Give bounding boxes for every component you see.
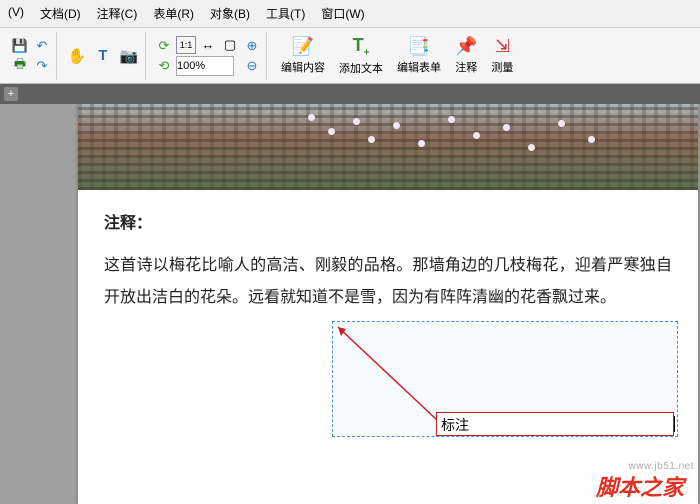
edit-form-icon: 📑 bbox=[408, 36, 430, 57]
tool-group-file: 💾 🖶 ↶ ↷ bbox=[6, 32, 57, 80]
menu-document[interactable]: 文档(D) bbox=[32, 2, 89, 25]
annotation-text-value: 标注 bbox=[441, 417, 469, 433]
callout-arrow bbox=[332, 321, 452, 431]
add-text-label: 添加文本 bbox=[339, 60, 383, 76]
add-text-icon: T+ bbox=[353, 35, 370, 59]
annotations-icon: 📌 bbox=[455, 36, 477, 57]
tool-group-select: ✋ T 📷 bbox=[61, 32, 146, 80]
undo-icon[interactable]: ↶ bbox=[32, 37, 52, 55]
tool-group-edit: 📝 编辑内容 T+ 添加文本 📑 编辑表单 📌 注释 ⇲ 测量 bbox=[271, 32, 523, 80]
tool-group-zoom: ⟳ ⟲ 1:1 ↔ ▢ ⊕ ⊖ bbox=[150, 32, 267, 80]
fit-page-icon[interactable]: ▢ bbox=[220, 36, 240, 54]
measure-icon: ⇲ bbox=[495, 36, 510, 57]
fit-width-icon[interactable]: ↔ bbox=[198, 36, 218, 54]
edit-content-button[interactable]: 📝 编辑内容 bbox=[275, 34, 331, 77]
menu-view[interactable]: (V) bbox=[0, 2, 32, 25]
snapshot-icon[interactable]: 📷 bbox=[117, 44, 141, 68]
content: 注释： 这首诗以梅花比喻人的高洁、刚毅的品格。那墙角边的几枝梅花，迎着严寒独自开… bbox=[78, 190, 698, 314]
rotate-cw-icon[interactable]: ⟳ bbox=[154, 37, 174, 55]
page: 注释： 这首诗以梅花比喻人的高洁、刚毅的品格。那墙角边的几枝梅花，迎着严寒独自开… bbox=[78, 104, 698, 504]
zoom-in-icon[interactable]: ⊕ bbox=[242, 37, 262, 55]
menu-object[interactable]: 对象(B) bbox=[202, 2, 258, 25]
toolbar: 💾 🖶 ↶ ↷ ✋ T 📷 ⟳ ⟲ 1:1 ↔ ▢ ⊕ ⊖ bbox=[0, 28, 700, 84]
menu-comment[interactable]: 注释(C) bbox=[89, 2, 146, 25]
edit-form-button[interactable]: 📑 编辑表单 bbox=[391, 34, 447, 77]
measure-button[interactable]: ⇲ 测量 bbox=[485, 34, 519, 77]
annotations-button[interactable]: 📌 注释 bbox=[449, 34, 483, 77]
menu-bar: (V) 文档(D) 注释(C) 表单(R) 对象(B) 工具(T) 窗口(W) bbox=[0, 0, 700, 28]
annotations-label: 注释 bbox=[455, 59, 477, 75]
edit-content-icon: 📝 bbox=[292, 36, 314, 57]
tab-strip: + bbox=[0, 84, 700, 104]
menu-window[interactable]: 窗口(W) bbox=[313, 2, 372, 25]
save-icon[interactable]: 💾 bbox=[10, 37, 30, 55]
rotate-ccw-icon[interactable]: ⟲ bbox=[154, 57, 174, 75]
redo-icon[interactable]: ↷ bbox=[32, 57, 52, 75]
menu-form[interactable]: 表单(R) bbox=[145, 2, 202, 25]
header-image bbox=[78, 104, 698, 190]
edit-form-label: 编辑表单 bbox=[397, 59, 441, 75]
annotation-text-input[interactable]: 标注 bbox=[436, 412, 674, 436]
add-tab-button[interactable]: + bbox=[4, 87, 18, 101]
add-text-button[interactable]: T+ 添加文本 bbox=[333, 33, 389, 79]
edit-content-label: 编辑内容 bbox=[281, 59, 325, 75]
zoom-out-icon[interactable]: ⊖ bbox=[242, 57, 262, 75]
menu-tool[interactable]: 工具(T) bbox=[258, 2, 313, 25]
fit-actual-icon[interactable]: 1:1 bbox=[176, 36, 196, 54]
print-icon[interactable]: 🖶 bbox=[10, 57, 30, 75]
document-area[interactable]: 注释： 这首诗以梅花比喻人的高洁、刚毅的品格。那墙角边的几枝梅花，迎着严寒独自开… bbox=[0, 104, 700, 504]
body-text: 这首诗以梅花比喻人的高洁、刚毅的品格。那墙角边的几枝梅花，迎着严寒独自开放出洁白… bbox=[104, 250, 672, 314]
heading: 注释： bbox=[104, 208, 672, 240]
zoom-input[interactable] bbox=[176, 56, 234, 76]
text-select-icon[interactable]: T bbox=[91, 44, 115, 68]
site-stamp: 脚本之家 bbox=[596, 470, 684, 502]
hand-tool-icon[interactable]: ✋ bbox=[65, 44, 89, 68]
measure-label: 测量 bbox=[491, 59, 513, 75]
